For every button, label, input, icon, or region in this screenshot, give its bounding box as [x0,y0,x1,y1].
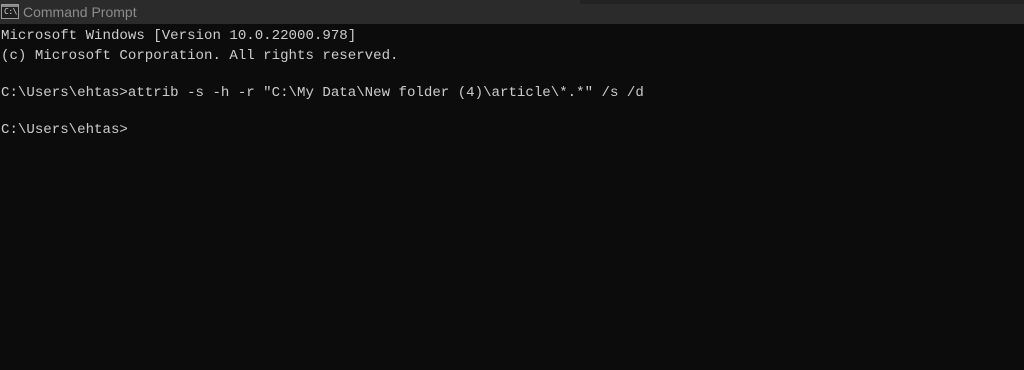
cmd-icon-glyph: C:\ [4,7,17,16]
title-bar-strip [580,0,1024,4]
cmd-icon[interactable]: C:\ [1,4,19,19]
window-title: Command Prompt [23,4,137,20]
console-line-command: C:\Users\ehtas>attrib -s -h -r "C:\My Da… [1,85,644,101]
console-line-version: Microsoft Windows [Version 10.0.22000.97… [1,28,357,44]
title-bar[interactable]: C:\ Command Prompt [0,0,1024,24]
console-line-copyright: (c) Microsoft Corporation. All rights re… [1,48,399,64]
console-output[interactable]: Microsoft Windows [Version 10.0.22000.97… [0,24,1024,370]
console-line-prompt[interactable]: C:\Users\ehtas> [1,120,1024,140]
command-prompt-window: C:\ Command Prompt Microsoft Windows [Ve… [0,0,1024,370]
